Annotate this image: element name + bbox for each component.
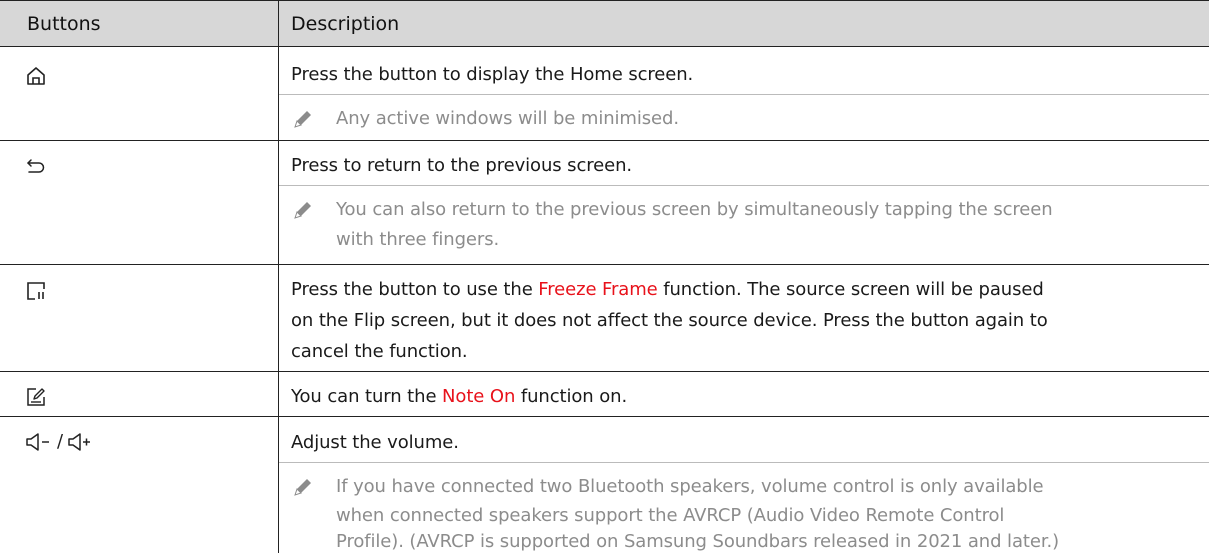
row-note-line: when connected speakers support the AVRC… <box>336 505 1005 526</box>
row-description-line: cancel the function. <box>291 341 468 362</box>
note-on-icon <box>27 388 45 406</box>
row-divider <box>0 264 1209 265</box>
freeze-frame-icon <box>27 282 45 300</box>
row-subdivider <box>279 462 1209 463</box>
text-segment: Press the button to use the <box>291 279 539 300</box>
text-segment: function on. <box>515 386 628 407</box>
header-buttons: Buttons <box>27 13 101 35</box>
row-note-line: You can also return to the previous scre… <box>336 199 1053 220</box>
row-divider <box>0 371 1209 372</box>
row-description: Press to return to the previous screen. <box>291 155 633 176</box>
header-description: Description <box>291 13 400 35</box>
row-subdivider <box>279 94 1209 95</box>
volume-icon: / <box>25 430 95 454</box>
row-description-line: on the Flip screen, but it does not affe… <box>291 310 1048 331</box>
row-description-line: You can turn the Note On function on. <box>291 386 627 407</box>
row-note-line: If you have connected two Bluetooth spea… <box>336 476 1044 497</box>
row-description: Adjust the volume. <box>291 432 459 453</box>
volume-separator: / <box>57 431 64 452</box>
text-segment: function. The source screen will be paus… <box>657 279 1044 300</box>
back-icon <box>27 159 45 173</box>
row-description: Press the button to display the Home scr… <box>291 64 694 85</box>
volume-down-icon <box>26 433 49 451</box>
note-on-link: Note On <box>442 386 516 407</box>
row-subdivider <box>279 185 1209 186</box>
row-divider <box>0 416 1209 417</box>
column-divider <box>278 0 279 553</box>
row-note-line: with three fingers. <box>336 229 500 250</box>
text-segment: You can turn the <box>291 386 443 407</box>
pencil-icon <box>294 202 311 219</box>
row-note-line: Profile). (AVRCP is supported on Samsung… <box>336 531 1060 552</box>
volume-up-icon <box>68 433 91 451</box>
row-divider <box>0 140 1209 141</box>
pencil-icon <box>294 111 311 128</box>
freeze-frame-link: Freeze Frame <box>538 279 658 300</box>
pencil-icon <box>294 479 311 496</box>
home-icon <box>27 67 45 85</box>
row-description-line: Press the button to use the Freeze Frame… <box>291 279 1044 300</box>
row-note: Any active windows will be minimised. <box>336 108 679 129</box>
table-header: Buttons Description <box>0 0 1209 47</box>
